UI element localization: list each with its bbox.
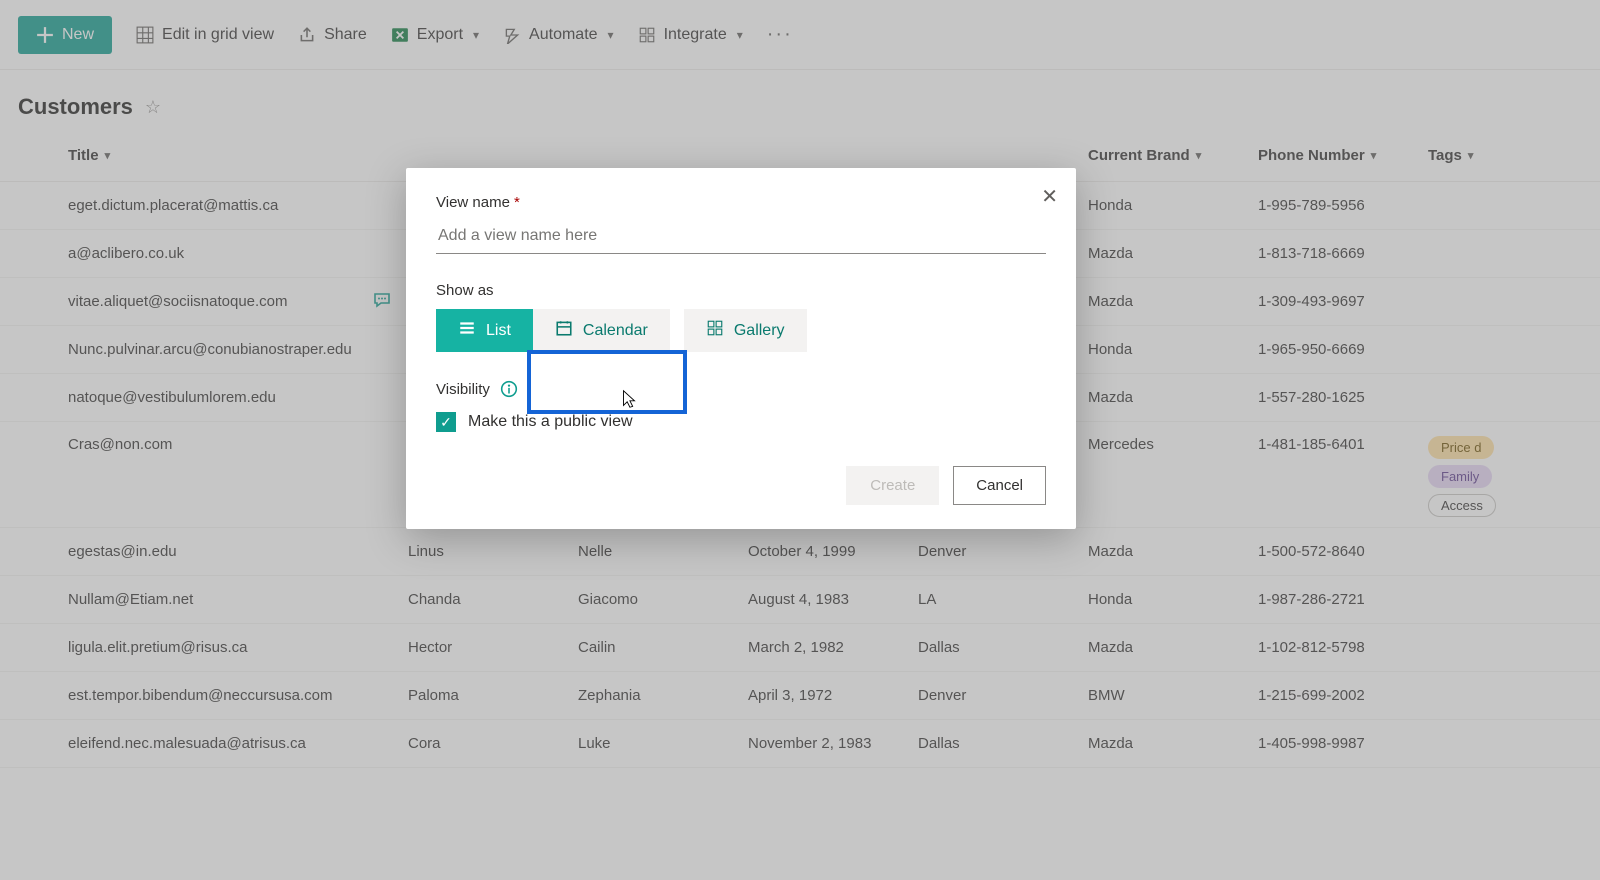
create-view-dialog: ✕ View name* Show as List Calendar Galle… <box>406 168 1076 529</box>
view-name-input[interactable] <box>436 221 1046 254</box>
view-name-label: View name* <box>436 194 1046 211</box>
gallery-icon <box>706 319 724 342</box>
show-as-calendar[interactable]: Calendar <box>533 309 670 352</box>
calendar-icon <box>555 319 573 342</box>
public-view-checkbox[interactable]: ✓ <box>436 412 456 432</box>
show-as-label: Show as <box>436 282 1046 299</box>
close-button[interactable]: ✕ <box>1041 184 1058 209</box>
modal-overlay: ✕ View name* Show as List Calendar Galle… <box>0 0 1600 880</box>
cancel-button[interactable]: Cancel <box>953 466 1046 505</box>
info-icon[interactable] <box>500 380 518 398</box>
list-icon <box>458 319 476 342</box>
create-button[interactable]: Create <box>846 466 939 505</box>
visibility-label: Visibility <box>436 381 490 398</box>
show-as-gallery[interactable]: Gallery <box>684 309 807 352</box>
required-indicator: * <box>514 194 520 211</box>
public-view-label: Make this a public view <box>468 413 633 431</box>
show-as-list[interactable]: List <box>436 309 533 352</box>
show-as-options: List Calendar Gallery <box>436 309 1046 352</box>
